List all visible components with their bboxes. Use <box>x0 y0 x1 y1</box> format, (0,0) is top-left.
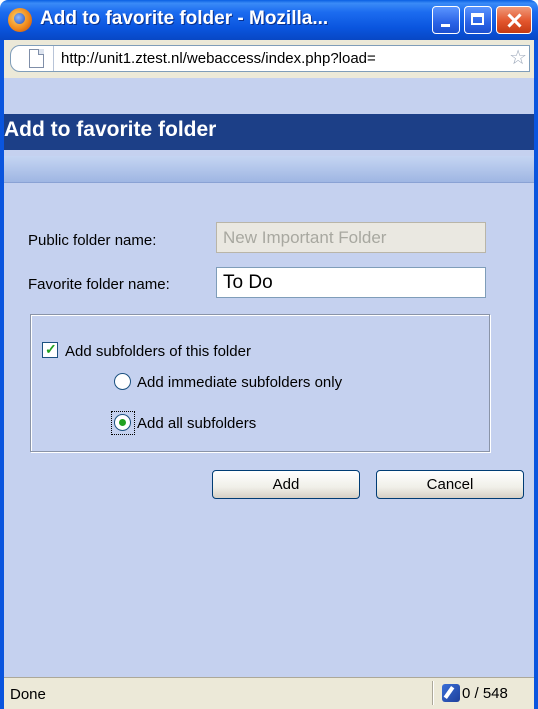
url-text[interactable]: http://unit1.ztest.nl/webaccess/index.ph… <box>61 50 501 67</box>
radio-immediate-subfolders[interactable] <box>114 373 131 390</box>
maximize-icon[interactable] <box>464 6 492 34</box>
window-frame-right <box>534 40 538 709</box>
header-band <box>4 156 534 183</box>
add-subfolders-checkbox[interactable]: ✓ <box>42 341 58 358</box>
close-icon[interactable] <box>496 6 532 34</box>
status-text: Done <box>10 686 46 703</box>
cancel-button[interactable]: Cancel <box>376 470 524 499</box>
add-subfolders-label[interactable]: Add subfolders of this folder <box>65 343 251 360</box>
firefox-icon <box>8 8 32 32</box>
radio-all-subfolders[interactable] <box>114 414 131 431</box>
favorite-folder-label: Favorite folder name: <box>28 276 170 293</box>
status-divider <box>432 681 434 705</box>
page-icon <box>29 49 44 68</box>
minimize-icon[interactable] <box>432 6 460 34</box>
status-bar: Done 0 / 548 <box>4 677 534 709</box>
status-counter: 0 / 548 <box>462 685 508 702</box>
status-icon[interactable] <box>442 684 460 702</box>
radio-all-label[interactable]: Add all subfolders <box>137 415 256 432</box>
url-field[interactable]: http://unit1.ztest.nl/webaccess/index.ph… <box>10 45 530 72</box>
window-title: Add to favorite folder - Mozilla... <box>40 8 329 29</box>
location-bar: http://unit1.ztest.nl/webaccess/index.ph… <box>4 40 534 78</box>
checkmark-icon: ✓ <box>45 341 57 357</box>
public-folder-field <box>216 222 486 253</box>
favorite-folder-field[interactable] <box>216 267 486 298</box>
url-divider <box>53 46 54 71</box>
page-header: Add to favorite folder <box>4 114 534 150</box>
subfolder-options-group: ✓ Add subfolders of this folder Add imme… <box>30 314 490 452</box>
add-button[interactable]: Add <box>212 470 360 499</box>
radio-immediate-label[interactable]: Add immediate subfolders only <box>137 374 342 391</box>
bookmark-star-icon[interactable]: ☆ <box>509 48 527 68</box>
public-folder-label: Public folder name: <box>28 232 157 249</box>
dialog-content: Add to favorite folder Public folder nam… <box>4 78 534 677</box>
window-titlebar[interactable]: Add to favorite folder - Mozilla... <box>0 0 538 40</box>
page-title: Add to favorite folder <box>4 118 217 141</box>
